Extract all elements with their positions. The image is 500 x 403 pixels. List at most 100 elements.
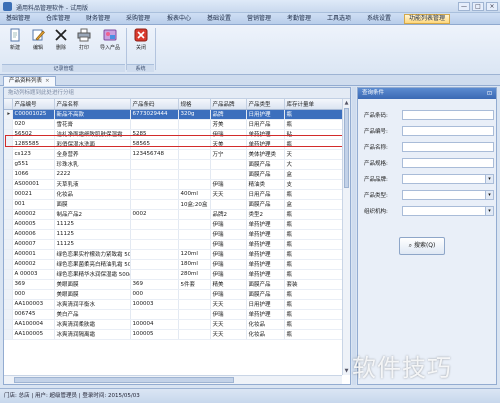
table-cell[interactable]: 11125 [54,219,131,230]
table-row[interactable]: A00005 11125 伊瑞 单药护理瓶 [4,219,343,230]
table-cell[interactable]: 伊瑞 [210,219,247,230]
table-cell[interactable] [178,149,211,160]
table-cell[interactable]: 万宁 [210,149,247,160]
table-cell[interactable]: 00021 [12,189,55,200]
table-row[interactable]: A00001绿色恋果实柠檬劲力紧致霜 500g 120ml伊瑞单药护理瓶 [4,249,343,260]
table-cell[interactable]: 123456748 [130,149,179,160]
table-cell[interactable] [178,239,211,250]
table-cell[interactable]: 320g [178,109,211,120]
table-cell[interactable]: 单药护理 [246,259,285,270]
row-indicator[interactable] [4,239,13,250]
row-indicator[interactable] [4,189,13,200]
table-cell[interactable]: 天天 [210,299,247,310]
table-cell[interactable]: 洁礼净面霜细致肌肤保湿霜 [54,129,131,140]
menu-item-settings[interactable]: 基础设置 [203,14,235,24]
table-cell[interactable]: AA100004 [12,319,55,330]
table-row[interactable]: AA100004 冰爽清润柔肤霜 100004 天天 化妆品瓶 [4,319,343,330]
table-cell[interactable]: 瓶 [284,319,343,330]
table-cell[interactable]: 面膜 [54,199,131,210]
table-row[interactable]: 000 美眼面膜 000 伊瑞 面膜产品瓶 [4,289,343,300]
panel-splitter[interactable] [352,87,356,385]
query-dropdown[interactable]: ▾ [402,190,494,200]
row-indicator[interactable] [4,209,13,220]
row-indicator[interactable] [4,129,13,140]
row-indicator[interactable] [4,179,13,190]
table-cell[interactable] [178,209,211,220]
table-cell[interactable]: 伊瑞 [210,229,247,240]
table-cell[interactable]: 全身营养 [54,149,131,160]
table-cell[interactable]: 化妆品 [246,329,285,340]
row-indicator[interactable] [4,169,13,180]
table-cell[interactable]: 瓶 [284,209,343,220]
table-cell[interactable]: 100003 [130,299,179,310]
table-row[interactable]: 006745 美白产品 伊瑞 单药护理瓶 [4,309,343,320]
table-cell[interactable] [178,329,211,340]
menu-item-system[interactable]: 系统设置 [363,14,395,24]
import-products-button[interactable]: 导入产品 [97,28,123,56]
table-cell[interactable]: AA100005 [12,329,55,340]
table-cell[interactable]: 瓶 [284,269,343,280]
table-cell[interactable]: 套装 [284,279,343,290]
table-row[interactable]: 56502 洁礼净面霜细致肌肤保湿霜 5285 伊瑞 单药护理粘 [4,129,343,140]
table-cell[interactable]: 日用护理 [246,109,285,120]
table-cell[interactable]: 精美 [210,279,247,290]
column-header[interactable]: 规格 [178,99,211,110]
menu-item-function-list[interactable]: 功能列表管理 [404,14,451,24]
table-cell[interactable]: 面膜产品 [246,279,285,290]
table-cell[interactable]: 瓶 [284,289,343,300]
table-cell[interactable]: A00005 [12,219,55,230]
row-indicator[interactable] [4,309,13,320]
query-input[interactable] [402,126,494,136]
table-cell[interactable]: 369 [12,279,55,290]
table-row[interactable]: A00006 11125 伊瑞 单药护理瓶 [4,229,343,240]
table-cell[interactable]: 绿色恋果实柠檬劲力紧致霜 500g [54,249,131,260]
table-cell[interactable]: 瓶 [284,189,343,200]
table-cell[interactable] [130,229,179,240]
table-cell[interactable]: 5285 [130,129,179,140]
table-cell[interactable]: 0002 [130,209,179,220]
tab-product-list[interactable]: 产品资料列表 × [3,76,56,86]
table-cell[interactable]: 280ml [178,269,211,280]
table-cell[interactable]: 面膜产品 [246,199,285,210]
edit-button[interactable]: 编辑 [27,28,49,56]
close-button[interactable]: 关闭 [130,28,152,56]
table-cell[interactable]: A 00003 [12,269,55,280]
row-indicator[interactable] [4,329,13,340]
table-cell[interactable] [178,219,211,230]
table-row[interactable]: AA100005 冰爽清润隔离霜 100005 天天 化妆品瓶 [4,329,343,340]
column-header[interactable]: 产品品牌 [210,99,247,110]
table-cell[interactable] [178,179,211,190]
table-cell[interactable]: 天天 [210,189,247,200]
table-cell[interactable]: 冰爽清润柔肤霜 [54,319,131,330]
table-cell[interactable]: 冰爽清润平衡水 [54,299,131,310]
table-row[interactable]: 1285585 彩俏保湿水洗面 58565 天美 单药护理瓶 [4,139,343,150]
table-cell[interactable]: A00001 [12,249,55,260]
table-cell[interactable]: 单药护理 [246,219,285,230]
table-cell[interactable]: 雪花膏 [54,119,131,130]
table-row[interactable]: A00002绿色恋果菌柔亮白精油乳霜 500g 180ml伊瑞单药护理瓶 [4,259,343,270]
table-cell[interactable]: 120ml [178,249,211,260]
query-input[interactable] [402,158,494,168]
table-cell[interactable]: 001 [12,199,55,210]
row-indicator[interactable] [4,199,13,210]
table-cell[interactable]: 369 [130,279,179,290]
table-cell[interactable]: 020 [12,119,55,130]
table-cell[interactable]: 冰爽清润隔离霜 [54,329,131,340]
menu-item-purchase[interactable]: 采购管理 [122,14,154,24]
table-row[interactable]: cs123 全身营养 123456748 万宁 美体护理类天 [4,149,343,160]
table-cell[interactable]: 粘 [284,129,343,140]
table-cell[interactable]: 盒 [284,169,343,180]
table-cell[interactable]: 伊瑞 [210,129,247,140]
table-row[interactable]: ▸ C00001025 新品不高款 6773029444 320g 品牌 日用护理瓶 [4,109,343,120]
table-cell[interactable]: 支 [284,179,343,190]
maximize-button[interactable]: □ [472,2,484,11]
table-cell[interactable] [130,179,179,190]
table-cell[interactable] [178,319,211,330]
chevron-down-icon[interactable]: ▾ [485,207,493,215]
table-cell[interactable]: 单药护理 [246,229,285,240]
table-cell[interactable]: 伊瑞 [210,259,247,270]
table-cell[interactable] [130,309,179,320]
table-cell[interactable]: 瓶 [284,119,343,130]
table-cell[interactable]: 面膜产品 [246,159,285,170]
table-cell[interactable]: 美体护理类 [246,149,285,160]
